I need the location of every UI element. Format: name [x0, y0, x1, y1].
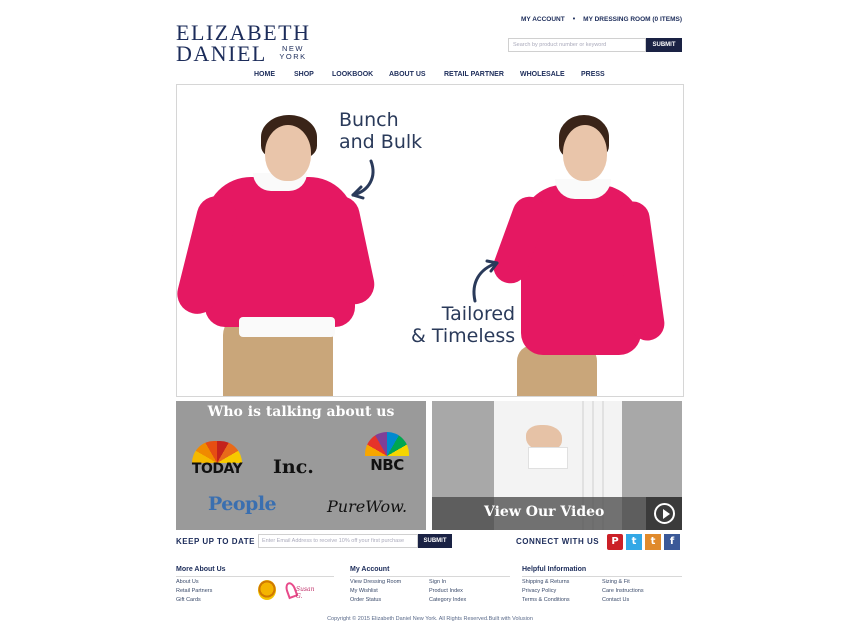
logo-line-2: DANIEL: [176, 41, 267, 66]
logo[interactable]: ELIZABETH DANIEL NEW YORK: [176, 20, 316, 66]
footer-link-my-wishlist[interactable]: My Wishlist: [350, 588, 378, 594]
footer-link-care-instructions[interactable]: Care Instructions: [602, 588, 644, 594]
footer-more-about-heading: More About Us: [176, 566, 226, 573]
footer-link-privacy-policy[interactable]: Privacy Policy: [522, 588, 556, 594]
newsletter-submit-button[interactable]: SUBMIT: [418, 534, 452, 548]
newsletter-label: KEEP UP TO DATE: [176, 537, 255, 546]
award-badge-icon: [258, 580, 276, 600]
hero-banner[interactable]: Bunch and Bulk Tailored & Timeless: [176, 84, 684, 397]
nav-retail-partner[interactable]: RETAIL PARTNER: [444, 71, 504, 78]
footer-link-product-index[interactable]: Product Index: [429, 588, 463, 594]
pink-ribbon-text: Susan G.: [296, 586, 315, 600]
footer-link-sizing-fit[interactable]: Sizing & Fit: [602, 579, 630, 585]
arrow-icon-left: [351, 159, 375, 200]
top-links: MY ACCOUNT • MY DRESSING ROOM (0 ITEMS): [521, 16, 682, 23]
today-sunburst-icon: [192, 441, 242, 463]
cuff-image: [528, 447, 568, 469]
nbc-logo: NBC: [362, 432, 412, 474]
separator-dot: •: [572, 16, 576, 23]
footer-link-terms-conditions[interactable]: Terms & Conditions: [522, 597, 570, 603]
footer-link-shipping-returns[interactable]: Shipping & Returns: [522, 579, 569, 585]
today-wordmark: TODAY: [191, 461, 243, 477]
press-panel[interactable]: Who is talking about us TODAY Inc. NBC P…: [176, 401, 426, 530]
model-right-image: [488, 85, 683, 396]
copyright-text: Copyright © 2015 Elizabeth Daniel New Yo…: [327, 616, 533, 622]
footer-link-order-status[interactable]: Order Status: [350, 597, 381, 603]
people-logo: People: [208, 493, 277, 515]
twitter-icon[interactable]: t: [626, 534, 642, 550]
nav-wholesale[interactable]: WHOLESALE: [520, 71, 565, 78]
tumblr-icon[interactable]: t: [645, 534, 661, 550]
nav-press[interactable]: PRESS: [581, 71, 605, 78]
footer-link-contact-us[interactable]: Contact Us: [602, 597, 629, 603]
arrow-icon-right: [472, 259, 499, 303]
footer-helpful-heading: Helpful Information: [522, 566, 587, 573]
my-account-link[interactable]: MY ACCOUNT: [521, 16, 565, 23]
pink-ribbon-badge: Susan G.: [283, 580, 316, 600]
purewow-logo: PureWow.: [327, 497, 408, 516]
nav-lookbook[interactable]: LOOKBOOK: [332, 71, 373, 78]
footer-divider: [522, 576, 682, 577]
logo-line-3: NEW YORK: [279, 44, 307, 61]
footer-link-about-us[interactable]: About Us: [176, 579, 199, 585]
nbc-wordmark: NBC: [370, 456, 404, 474]
nav-about-us[interactable]: ABOUT US: [389, 71, 426, 78]
footer-link-retail-partners[interactable]: Retail Partners: [176, 588, 212, 594]
caption-tailored-and-timeless: Tailored & Timeless: [411, 303, 516, 347]
footer-divider: [350, 576, 510, 577]
footer-divider: [176, 576, 334, 577]
video-panel[interactable]: View Our Video: [432, 401, 682, 530]
search-submit-button[interactable]: SUBMIT: [646, 38, 682, 52]
main-nav: HOME SHOP LOOKBOOK ABOUT US RETAIL PARTN…: [176, 71, 684, 81]
facebook-icon[interactable]: f: [664, 534, 680, 550]
nbc-peacock-icon: [365, 432, 409, 456]
footer-link-gift-cards[interactable]: Gift Cards: [176, 597, 201, 603]
footer-link-view-dressing-room[interactable]: View Dressing Room: [350, 579, 401, 585]
press-title: Who is talking about us: [207, 404, 395, 420]
dressing-room-link[interactable]: MY DRESSING ROOM (0 ITEMS): [583, 16, 682, 23]
footer-link-sign-in[interactable]: Sign In: [429, 579, 446, 585]
pinterest-icon[interactable]: P: [607, 534, 623, 550]
newsletter-email-input[interactable]: Enter Email Address to receive 10% off y…: [258, 534, 418, 548]
search-input[interactable]: Search by product number or keyword: [508, 38, 646, 52]
footer-link-category-index[interactable]: Category Index: [429, 597, 466, 603]
page: ELIZABETH DANIEL NEW YORK MY ACCOUNT • M…: [176, 0, 684, 644]
nav-shop[interactable]: SHOP: [294, 71, 314, 78]
connect-label: CONNECT WITH US: [516, 537, 600, 546]
view-video-label[interactable]: View Our Video: [484, 504, 604, 520]
play-icon: [654, 503, 675, 524]
footer-account-heading: My Account: [350, 566, 390, 573]
caption-bunch-and-bulk: Bunch and Bulk: [339, 109, 423, 153]
play-button[interactable]: [646, 497, 682, 530]
nav-home[interactable]: HOME: [254, 71, 275, 78]
today-logo: TODAY: [190, 441, 244, 477]
inc-logo: Inc.: [273, 456, 314, 478]
